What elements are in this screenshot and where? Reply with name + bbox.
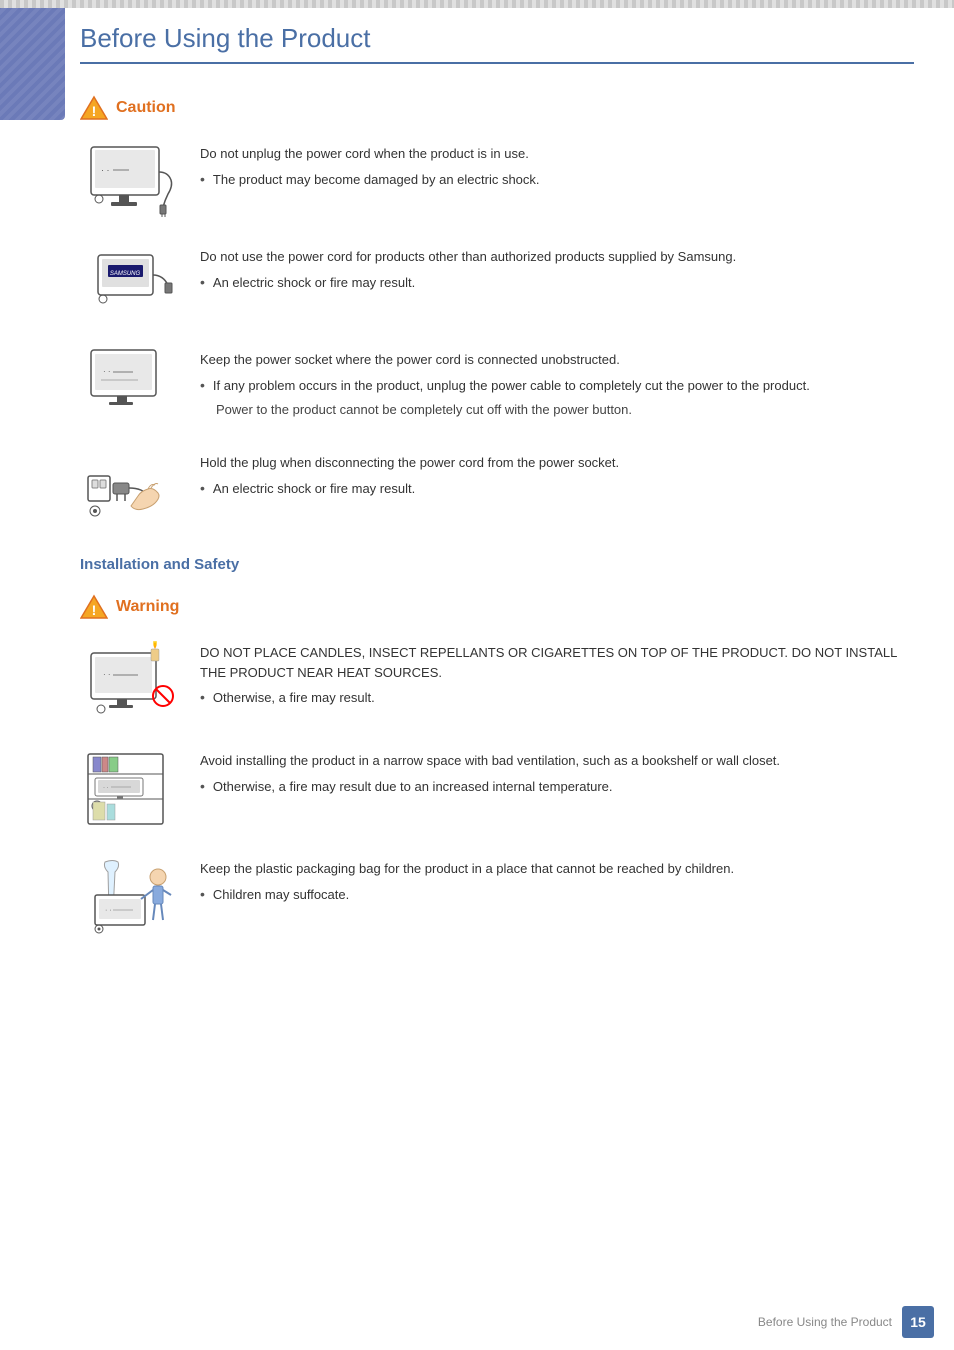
caution-icon: ! [80,94,108,122]
warning-main-text-2: Avoid installing the product in a narrow… [200,751,914,771]
caution-text-2: Do not use the power cord for products o… [200,245,914,293]
warning-image-3: · · [80,857,180,937]
warning-image-2: · · [80,749,180,829]
caution-bullet-3-0: If any problem occurs in the product, un… [200,376,914,396]
warning-label: Warning [116,598,179,616]
page-footer: Before Using the Product 15 [758,1306,934,1338]
warning-item-3: · · Keep the plastic packaging bag for t… [80,857,914,937]
caution-label: Caution [116,99,176,117]
warning-bullet-1-0: Otherwise, a fire may result. [200,688,914,708]
svg-text:!: ! [92,103,97,119]
caution-main-text-4: Hold the plug when disconnecting the pow… [200,453,914,473]
page-number: 15 [902,1306,934,1338]
warning-main-text-3: Keep the plastic packaging bag for the p… [200,859,914,879]
warning-item-2: · · Avoid installing the product in a na… [80,749,914,829]
top-decoration-bar [0,0,954,8]
warning-main-text-1: DO NOT PLACE CANDLES, INSECT REPELLANTS … [200,643,914,682]
caution-text-4: Hold the plug when disconnecting the pow… [200,451,914,499]
caution-main-text-1: Do not unplug the power cord when the pr… [200,144,914,164]
caution-image-1: · · [80,142,180,217]
warning-text-1: DO NOT PLACE CANDLES, INSECT REPELLANTS … [200,641,914,708]
warning-bullet-3-0: Children may suffocate. [200,885,914,905]
caution-main-text-2: Do not use the power cord for products o… [200,247,914,267]
caution-bullet-1-0: The product may become damaged by an ele… [200,170,914,190]
warning-text-3: Keep the plastic packaging bag for the p… [200,857,914,905]
warning-item-1: · · DO NOT PLACE CANDLES, INSECT REPELLA… [80,641,914,721]
caution-image-2: SAMSUNG [80,245,180,320]
sidebar-decoration [0,0,65,120]
caution-image-3: · · [80,348,180,423]
warning-bullet-2-0: Otherwise, a fire may result due to an i… [200,777,914,797]
caution-item-4: Hold the plug when disconnecting the pow… [80,451,914,526]
caution-bullet-2-0: An electric shock or fire may result. [200,273,914,293]
main-content: Before Using the Product ! Caution · · [80,0,914,1005]
caution-heading: ! Caution [80,94,914,122]
svg-text:· ·: · · [105,907,112,914]
installation-safety-heading: Installation and Safety [80,556,914,573]
warning-text-2: Avoid installing the product in a narrow… [200,749,914,797]
svg-text:SAMSUNG: SAMSUNG [109,271,140,277]
warning-icon: ! [80,593,108,621]
caution-bullet-4-0: An electric shock or fire may result. [200,479,914,499]
caution-image-4 [80,451,180,526]
caution-item-2: SAMSUNG Do not use the power cord for pr… [80,245,914,320]
warning-heading: ! Warning [80,593,914,621]
svg-text:· ·: · · [103,367,111,376]
caution-main-text-3: Keep the power socket where the power co… [200,350,914,370]
svg-text:· ·: · · [103,785,109,791]
footer-title: Before Using the Product [758,1315,892,1329]
caution-item-3: · · Keep the power socket where the powe… [80,348,914,423]
caution-text-3: Keep the power socket where the power co… [200,348,914,419]
caution-text-1: Do not unplug the power cord when the pr… [200,142,914,190]
page-title: Before Using the Product [80,18,914,64]
warning-image-1: · · [80,641,180,721]
svg-text:· ·: · · [101,165,110,175]
svg-text:!: ! [92,602,97,618]
svg-text:· ·: · · [103,670,111,679]
caution-item-1: · · Do not unplug the power cord when th… [80,142,914,217]
caution-subtext-3-0: Power to the product cannot be completel… [216,400,914,420]
